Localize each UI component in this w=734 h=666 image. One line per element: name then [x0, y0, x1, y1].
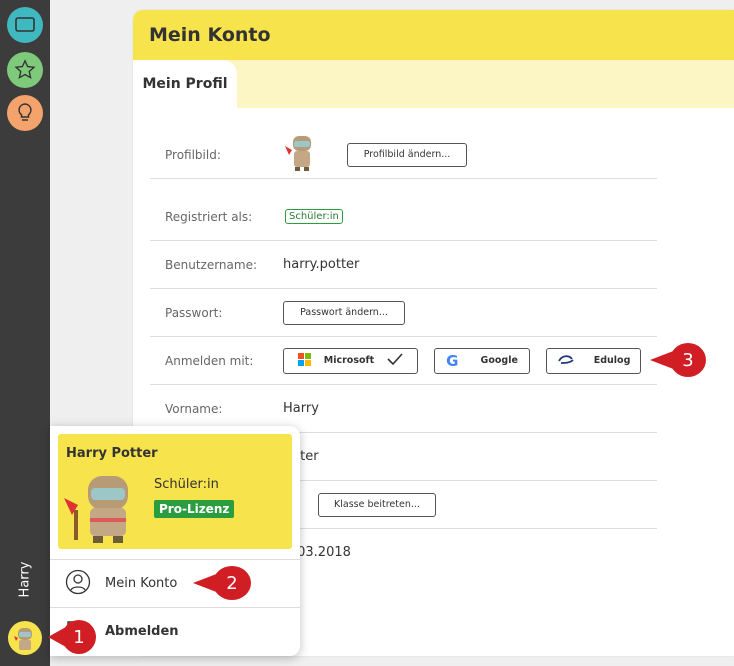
user-icon: [65, 569, 105, 599]
label-password: Passwort:: [165, 305, 223, 320]
google-icon: G: [446, 351, 459, 370]
menu-item-logout-label: Abmelden: [105, 624, 179, 639]
profile-avatar: [283, 134, 329, 176]
menu-item-my-account[interactable]: Mein Konto: [50, 559, 300, 607]
sidebar-user-label: Harry: [17, 561, 33, 598]
callout-3-number: 3: [670, 343, 706, 377]
edulog-login-button[interactable]: Edulog: [546, 347, 641, 374]
tab-bar: Mein Profil: [133, 60, 734, 108]
label-login-with: Anmelden mit:: [165, 353, 254, 368]
row-profile-picture: Profilbild: Profilbild ändern...: [150, 131, 657, 179]
microsoft-label: Microsoft: [323, 355, 375, 366]
join-class-button[interactable]: Klasse beitreten...: [318, 492, 436, 517]
label-first-name: Vorname:: [165, 401, 223, 416]
first-name-value: Harry: [283, 401, 319, 416]
page-title: Mein Konto: [149, 24, 271, 46]
user-mascot-image: [60, 470, 140, 548]
change-password-button[interactable]: Passwort ändern...: [283, 300, 405, 325]
microsoft-login-button[interactable]: Microsoft: [283, 347, 418, 374]
username-value: harry.potter: [283, 257, 360, 272]
lightbulb-icon[interactable]: [7, 95, 43, 131]
monitor-icon[interactable]: [7, 7, 43, 43]
check-icon: [387, 353, 403, 368]
callout-1-number: 1: [62, 620, 96, 654]
edulog-icon: [557, 353, 575, 368]
account-header: Mein Konto: [133, 10, 734, 60]
label-profile-picture: Profilbild:: [165, 147, 221, 162]
star-icon[interactable]: [7, 52, 43, 88]
callout-2: 2: [193, 566, 251, 600]
role-badge: Schüler:in: [285, 209, 343, 224]
change-profile-picture-button[interactable]: Profilbild ändern...: [347, 142, 467, 167]
menu-item-my-account-label: Mein Konto: [105, 576, 178, 591]
google-label: Google: [480, 355, 518, 366]
edulog-label: Edulog: [593, 355, 631, 366]
microsoft-icon: [298, 352, 311, 369]
user-full-name: Harry Potter: [66, 446, 158, 461]
sidebar: Harry: [0, 0, 50, 666]
row-username: Benutzername: harry.potter: [150, 241, 657, 289]
user-avatar[interactable]: [8, 621, 42, 655]
google-login-button[interactable]: G Google: [434, 347, 530, 374]
user-role: Schüler:in: [154, 477, 219, 492]
label-username: Benutzername:: [165, 257, 258, 272]
row-login-with: Anmelden mit: Microsoft G Google Edulog: [150, 337, 657, 385]
user-info-card: Harry Potter Schüler:in Pro-Lizenz: [58, 434, 292, 549]
label-registered-as: Registriert als:: [165, 209, 253, 224]
license-badge: Pro-Lizenz: [154, 500, 235, 518]
row-registered-as: Registriert als: Schüler:in: [150, 193, 657, 241]
callout-1: 1: [48, 620, 96, 654]
date-value: .03.2018: [293, 545, 351, 560]
callout-2-number: 2: [213, 566, 251, 600]
tab-my-profile[interactable]: Mein Profil: [133, 60, 237, 108]
callout-3: 3: [650, 343, 706, 377]
row-password: Passwort: Passwort ändern...: [150, 289, 657, 337]
